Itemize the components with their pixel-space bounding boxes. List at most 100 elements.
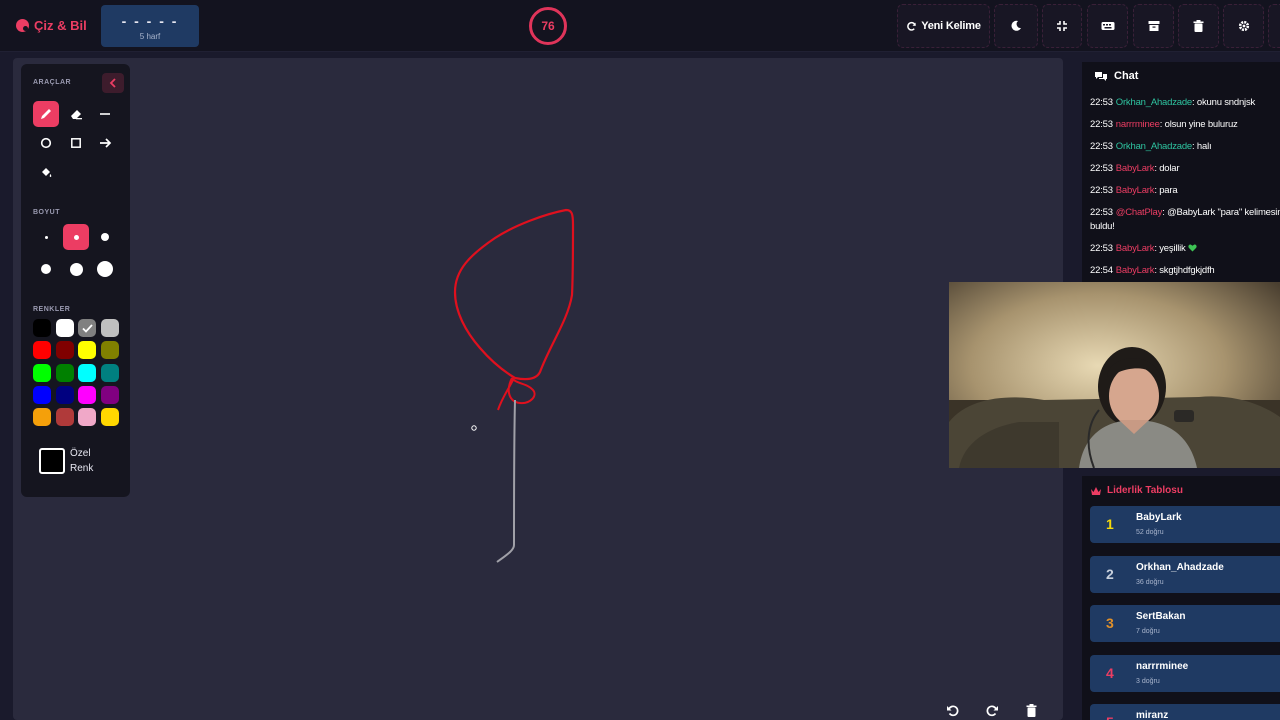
balloon-knot-stroke: [497, 377, 536, 411]
size-option-3[interactable]: [92, 224, 118, 250]
colors-section-label: RENKLER: [33, 306, 71, 313]
undo-button[interactable]: [940, 700, 964, 720]
message-text: yeşillik: [1159, 243, 1186, 254]
color-swatch[interactable]: [55, 341, 74, 360]
checkmark-icon: [81, 323, 93, 333]
line-icon: [100, 113, 110, 115]
settings-button[interactable]: [1223, 4, 1264, 48]
gear-icon: [1238, 20, 1249, 32]
color-swatch[interactable]: [78, 363, 96, 382]
line-tool[interactable]: [92, 101, 118, 127]
color-swatch[interactable]: [78, 341, 96, 360]
fullscreen-button[interactable]: [1042, 4, 1082, 48]
size-option-6[interactable]: [92, 256, 118, 282]
eraser-icon: [71, 110, 82, 120]
color-swatch[interactable]: [100, 319, 119, 337]
color-swatch[interactable]: [33, 319, 51, 337]
palette-icon: [16, 19, 29, 32]
redo-button[interactable]: [980, 700, 1004, 720]
message-text: halı: [1196, 141, 1212, 152]
collapse-panel-button[interactable]: [102, 73, 124, 93]
message-time: 22:53: [1090, 243, 1113, 254]
message-time: 22:54: [1090, 265, 1113, 276]
square-icon: [71, 138, 81, 148]
keyboard-icon: [1101, 22, 1114, 30]
leaderboard-row: 3 SertBakan 7 doğru: [1090, 605, 1280, 642]
pencil-tool[interactable]: [33, 101, 59, 127]
leaderboard-score: 36 doğru: [1136, 578, 1164, 586]
message-username[interactable]: BabyLark: [1116, 185, 1155, 196]
color-swatch[interactable]: [100, 363, 119, 382]
webcam-overlay: [949, 282, 1280, 468]
custom-color-label: Özel Renk: [70, 448, 94, 474]
color-swatch[interactable]: [78, 408, 96, 427]
clear-button[interactable]: [1178, 4, 1219, 48]
message-username[interactable]: Orkhan_Ahadzade: [1116, 97, 1192, 108]
message-username[interactable]: Orkhan_Ahadzade: [1116, 141, 1192, 152]
color-swatch[interactable]: [55, 385, 74, 404]
leaderboard-score: 3 doğru: [1136, 677, 1160, 685]
color-swatch[interactable]: [100, 408, 119, 427]
archive-button[interactable]: [1133, 4, 1174, 48]
size-option-5[interactable]: [63, 256, 89, 282]
custom-color-picker[interactable]: [39, 448, 65, 474]
app-title: Çiz & Bil: [34, 18, 87, 33]
leaderboard-rank: 2: [1106, 565, 1114, 582]
drawing-canvas[interactable]: [13, 58, 1063, 720]
message-time: 22:53: [1090, 119, 1113, 130]
chat-message: 22:53 Orkhan_Ahadzade: okunu sndnjsk: [1090, 96, 1280, 110]
message-text: dolar: [1159, 163, 1180, 174]
color-swatch[interactable]: [33, 385, 51, 404]
theme-toggle-button[interactable]: [994, 4, 1038, 48]
size-option-2[interactable]: [63, 224, 89, 250]
message-text: okunu sndnjsk: [1196, 97, 1256, 108]
overflow-button[interactable]: [1268, 4, 1280, 48]
tools-panel: ARAÇLAR BOYUT RENKLER Özel Renk: [21, 64, 130, 497]
new-word-label: Yeni Kelime: [921, 20, 981, 32]
circle-icon: [40, 137, 52, 149]
message-username[interactable]: @ChatPlay: [1116, 207, 1163, 218]
keyboard-button[interactable]: [1087, 4, 1128, 48]
eraser-tool[interactable]: [63, 101, 89, 127]
arrow-right-icon: [99, 138, 111, 148]
balloon-string-stroke: [496, 399, 516, 563]
timer-value: 76: [541, 19, 555, 33]
redo-icon: [986, 704, 998, 716]
leaderboard-score: 7 doğru: [1136, 628, 1160, 635]
color-swatch[interactable]: [100, 385, 119, 404]
arrow-tool[interactable]: [92, 130, 118, 156]
message-time: 22:53: [1090, 141, 1113, 152]
color-swatch[interactable]: [55, 408, 74, 427]
webcam-image: [949, 282, 1280, 468]
color-swatch[interactable]: [78, 385, 96, 404]
chat-title: Chat: [1114, 70, 1139, 82]
rectangle-tool[interactable]: [63, 130, 89, 156]
message-username[interactable]: narrrminee: [1116, 119, 1160, 130]
color-swatch[interactable]: [100, 341, 119, 360]
trash-icon: [1026, 703, 1036, 717]
size-option-1[interactable]: [33, 224, 59, 250]
color-swatch[interactable]: [33, 341, 51, 360]
undo-icon: [946, 704, 958, 716]
color-swatch[interactable]: [55, 319, 74, 337]
app-logo[interactable]: Çiz & Bil: [16, 18, 87, 33]
new-word-button[interactable]: Yeni Kelime: [897, 4, 990, 48]
circle-tool[interactable]: [33, 130, 59, 156]
chat-message: 22:53 BabyLark: para: [1090, 184, 1280, 198]
leaderboard-rank: 1: [1106, 516, 1114, 532]
message-username[interactable]: BabyLark: [1116, 163, 1155, 174]
color-swatch[interactable]: [78, 319, 96, 337]
size-option-4[interactable]: [33, 256, 59, 282]
message-username[interactable]: BabyLark: [1116, 243, 1155, 254]
color-swatch[interactable]: [33, 363, 51, 382]
color-swatch[interactable]: [55, 363, 74, 382]
leaderboard-row: 2 Orkhan_Ahadzade 36 doğru: [1090, 555, 1280, 593]
round-timer: 76: [529, 7, 567, 45]
message-username[interactable]: BabyLark: [1116, 265, 1155, 276]
clear-canvas-button[interactable]: [1019, 700, 1043, 720]
leaderboard-header: Liderlik Tablosu: [1090, 485, 1183, 496]
word-mask: - - - - -: [121, 13, 179, 29]
fill-tool[interactable]: [33, 159, 59, 185]
tools-section-label: ARAÇLAR: [33, 79, 72, 86]
color-swatch[interactable]: [33, 408, 51, 427]
